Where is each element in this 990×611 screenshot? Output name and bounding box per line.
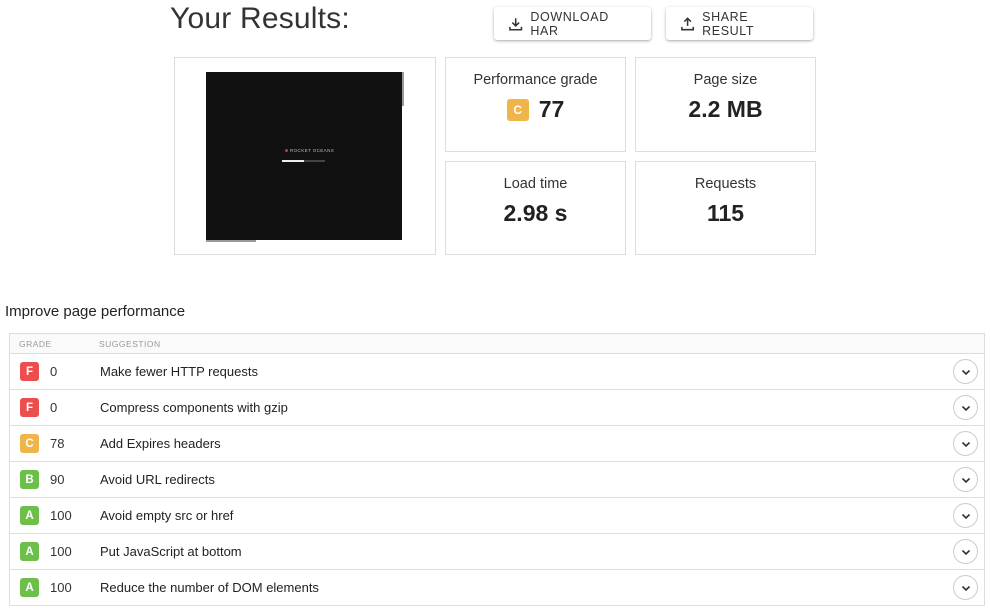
grade-column-header: GRADE [19,338,52,349]
download-icon [509,17,523,31]
table-header: GRADE SUGGESTION [9,334,985,354]
score-value: 90 [50,472,65,487]
performance-grade-value: 77 [538,96,565,122]
table-row[interactable]: B 90 Avoid URL redirects [9,462,985,498]
load-time-label: Load time [503,176,568,192]
expand-chevron-button[interactable] [953,575,978,600]
table-row[interactable]: F 0 Compress components with gzip [9,390,985,426]
page-size-label: Page size [693,72,758,88]
suggestion-text: Avoid URL redirects [100,472,215,487]
performance-grade-card: Performance grade C 77 [445,57,626,152]
suggestion-text: Reduce the number of DOM elements [100,580,319,595]
suggestions-table: GRADE SUGGESTION F 0 Make fewer HTTP reque… [9,333,985,606]
load-time-card: Load time 2.98 s [445,161,626,255]
page-title: Your Results: [170,2,350,35]
table-row[interactable]: F 0 Make fewer HTTP requests [9,354,985,390]
table-row[interactable]: A 100 Reduce the number of DOM elements [9,570,985,606]
suggestion-text: Make fewer HTTP requests [100,364,258,379]
share-result-button[interactable]: SHARE RESULT [666,7,813,40]
screenshot-loading-bar [282,160,325,162]
table-row[interactable]: A 100 Put JavaScript at bottom [9,534,985,570]
score-value: 100 [50,544,72,559]
chevron-down-icon [961,441,970,447]
expand-chevron-button[interactable] [953,359,978,384]
share-icon [681,16,695,30]
chevron-down-icon [961,405,970,411]
chevron-down-icon [961,477,970,483]
improve-section-title: Improve page performance [5,303,186,320]
performance-grade-label: Performance grade [473,72,598,88]
score-value: 0 [50,364,58,379]
page-screenshot-card: ROCKET OCEANS [174,57,436,255]
grade-badge: F [20,398,39,417]
expand-chevron-button[interactable] [953,503,978,528]
expand-chevron-button[interactable] [953,467,978,492]
suggestion-text: Avoid empty src or href [100,508,234,523]
score-value: 0 [50,400,58,415]
chevron-down-icon [961,585,970,591]
chevron-down-icon [961,513,970,519]
download-har-label: DOWNLOAD HAR [530,9,609,38]
grade-badge: A [20,506,39,525]
score-value: 78 [50,436,65,451]
table-row[interactable]: C 78 Add Expires headers [9,426,985,462]
grade-badge: F [20,362,39,381]
grade-badge: A [20,542,39,561]
grade-badge: A [20,578,39,597]
grade-badge: C [20,434,39,453]
page-screenshot: ROCKET OCEANS [206,72,402,240]
grade-badge: B [20,470,39,489]
requests-label: Requests [694,176,757,192]
expand-chevron-button[interactable] [953,539,978,564]
suggestion-column-header: SUGGESTION [99,338,161,349]
suggestion-text: Add Expires headers [100,436,221,451]
share-result-label: SHARE RESULT [702,9,755,38]
requests-value: 115 [706,200,745,226]
score-value: 100 [50,580,72,595]
page-size-card: Page size 2.2 MB [635,57,816,152]
load-time-value: 2.98 s [503,200,568,226]
suggestion-text: Put JavaScript at bottom [100,544,242,559]
chevron-down-icon [961,369,970,375]
download-har-button[interactable]: DOWNLOAD HAR [494,7,651,40]
expand-chevron-button[interactable] [953,431,978,456]
table-row[interactable]: A 100 Avoid empty src or href [9,498,985,534]
page-size-value: 2.2 MB [688,96,763,122]
suggestion-text: Compress components with gzip [100,400,288,415]
requests-card: Requests 115 [635,161,816,255]
expand-chevron-button[interactable] [953,395,978,420]
performance-grade-badge: C [506,98,529,121]
screenshot-logo: ROCKET OCEANS [285,148,334,153]
score-value: 100 [50,508,72,523]
chevron-down-icon [961,549,970,555]
